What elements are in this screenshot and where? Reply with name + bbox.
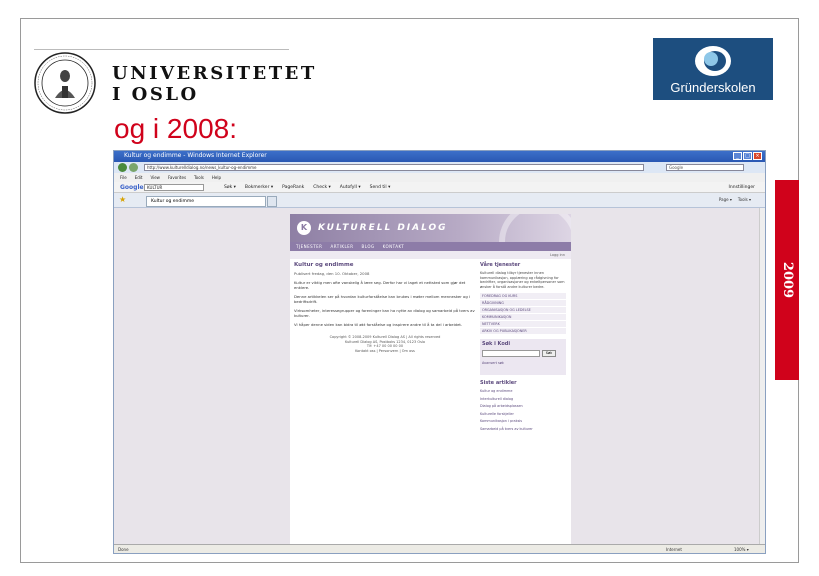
latest-article-link[interactable]: Interkulturell dialog [480,397,566,402]
article-paragraph: Kultur er viktig men ofte vanskelig å læ… [294,280,466,290]
scrollbar[interactable] [759,208,765,546]
favorites-star-icon[interactable]: ★ [119,196,126,204]
title-bar: Kultur og endimme - Windows Internet Exp… [114,151,765,162]
sidebar-link[interactable]: FOREDRAG OG KURS [480,293,566,300]
webpage-nav: TJENESTER ARTIKLER BLOG KONTAKT [290,242,571,251]
sidebar-title: Våre tjenester [480,262,521,268]
back-icon[interactable] [118,163,127,172]
menu-tools[interactable]: Tools [194,173,204,182]
search-title: Søk i Kodi [482,341,511,347]
google-tool-autofill[interactable]: Autofyll ▾ [340,185,361,190]
latest-article-link[interactable]: Kommunikasjon i praksis [480,419,566,424]
close-button[interactable]: × [753,152,762,160]
uio-logo: UNIVERSITETET I OSLO [34,49,314,116]
webpage-logo-text: KULTURELL DIALOG [318,223,448,233]
grunderskolen-name: Gründerskolen [670,80,756,95]
status-bar: Done Internet 100% ▾ [114,544,765,553]
article: Kultur og endimme Publisert fredag, den … [294,262,476,353]
site-search-input[interactable] [482,350,540,357]
sidebar-links: FOREDRAG OG KURS RÅDGIVNING ORGANISASJON… [480,293,566,335]
grunderskolen-logo: Gründerskolen [653,38,773,100]
menu-edit[interactable]: Edit [135,173,143,182]
latest-article-link[interactable]: Kulturelle forskjeller [480,412,566,417]
new-tab-button[interactable] [267,196,277,207]
grunderskolen-symbol-icon [695,46,731,76]
browser-search-input[interactable]: Google [666,164,744,171]
tools-menu-button[interactable]: Tools ▾ [738,197,751,202]
sidebar-link[interactable]: RÅDGIVNING [480,300,566,307]
google-tool-check[interactable]: Check ▾ [313,185,331,190]
maximize-button[interactable]: □ [743,152,752,160]
menu-file[interactable]: File [120,173,127,182]
content-area: K KULTURELL DIALOG TJENESTER ARTIKLER BL… [114,208,765,546]
latest-articles: Siste artikler Kultur og endimme Interku… [480,380,566,431]
google-toolbar: Google KULTUR Søk ▾ Bokmerker ▾ PageRank… [114,182,765,193]
menu-view[interactable]: View [150,173,160,182]
google-tool-sendto[interactable]: Send til ▾ [370,185,391,190]
sidebar-intro: Kulturell dialog tilbyr tjenester innen … [480,271,565,289]
latest-article-link[interactable]: Kultur og endimme [480,389,566,394]
tab-active[interactable]: Kultur og endimme [146,196,266,207]
article-title: Kultur og endimme [294,262,354,268]
article-date: Publisert fredag, den 10. Oktober, 2008 [294,271,370,276]
nav-tjenester[interactable]: TJENESTER [296,242,322,251]
uio-name-line2: I OSLO [112,84,199,105]
article-paragraph: Vi håper denne siden kan bidra til økt f… [294,322,463,327]
article-paragraph: Virksomheter, interessegrupper og foreni… [294,308,475,318]
menu-bar: File Edit View Favorites Tools Help [114,173,765,182]
uio-seal-icon [34,52,96,114]
webpage-header: K KULTURELL DIALOG [290,214,571,242]
zoom-button[interactable]: 100% ▾ [734,547,749,552]
window-title: Kultur og endimme - Windows Internet Exp… [124,152,267,159]
url-input[interactable]: http://www.kulturelldialog.no/news_kultu… [144,164,644,171]
uio-name-line1: UNIVERSITETET [112,63,317,84]
site-search-button[interactable]: Søk [542,350,556,357]
latest-article-link[interactable]: Samarbeid på tvers av kulturer [480,427,566,432]
nav-kontakt[interactable]: KONTAKT [383,242,405,251]
year-band: 2009 [775,180,799,380]
login-link[interactable]: Logg inn [550,253,565,257]
slide-heading: og i 2008: [114,113,237,144]
nav-artikler[interactable]: ARTIKLER [330,242,353,251]
sidebar-link[interactable]: KOMMUNIKASJON [480,314,566,321]
browser-window: Kultur og endimme - Windows Internet Exp… [113,150,766,554]
page-menu-button[interactable]: Page ▾ [719,197,732,202]
google-tool-search[interactable]: Søk ▾ [224,185,236,190]
sidebar-link[interactable]: ARKIV OG PUBLIKASJONER [480,328,566,335]
sidebar-search: Søk i Kodi Søk Avansert søk [480,339,566,375]
webpage: K KULTURELL DIALOG TJENESTER ARTIKLER BL… [290,214,571,546]
footer-links[interactable]: Kontakt oss | Personvern | Om oss [294,349,476,354]
menu-help[interactable]: Help [212,173,221,182]
logo-divider [34,49,289,50]
webpage-subnav: Logg inn [290,251,571,259]
webpage-footer: Copyright © 2008-2009 Kulturell Dialog A… [294,335,476,353]
kulturell-dialog-logo-icon: K [297,221,311,235]
menu-favorites[interactable]: Favorites [168,173,186,182]
year-label: 2009 [780,261,795,299]
tab-row: ★ Kultur og endimme Page ▾ Tools ▾ [114,193,765,208]
latest-title: Siste artikler [480,380,517,386]
google-settings-button[interactable]: Innstillinger [729,185,755,190]
forward-icon[interactable] [129,163,138,172]
sidebar-link[interactable]: NETTVERK [480,321,566,328]
google-tool-bookmarks[interactable]: Bokmerker ▾ [245,185,273,190]
status-text: Done [118,547,129,552]
article-paragraph: Denne artikkelen ser på hvordan kulturfo… [294,294,471,304]
google-tool-pagerank[interactable]: PageRank [282,185,304,190]
address-bar: http://www.kulturelldialog.no/news_kultu… [114,162,765,173]
header-decoration [499,214,571,242]
nav-blog[interactable]: BLOG [361,242,374,251]
sidebar: Våre tjenester Kulturell dialog tilbyr t… [480,262,566,431]
google-logo: Google [120,184,144,191]
latest-article-link[interactable]: Dialog på arbeidsplassen [480,404,566,409]
advanced-search-link[interactable]: Avansert søk [482,361,564,365]
minimize-button[interactable]: _ [733,152,742,160]
google-search-input[interactable]: KULTUR [144,184,204,191]
status-zone: Internet [666,547,682,552]
sidebar-link[interactable]: ORGANISASJON OG LEDELSE [480,307,566,314]
